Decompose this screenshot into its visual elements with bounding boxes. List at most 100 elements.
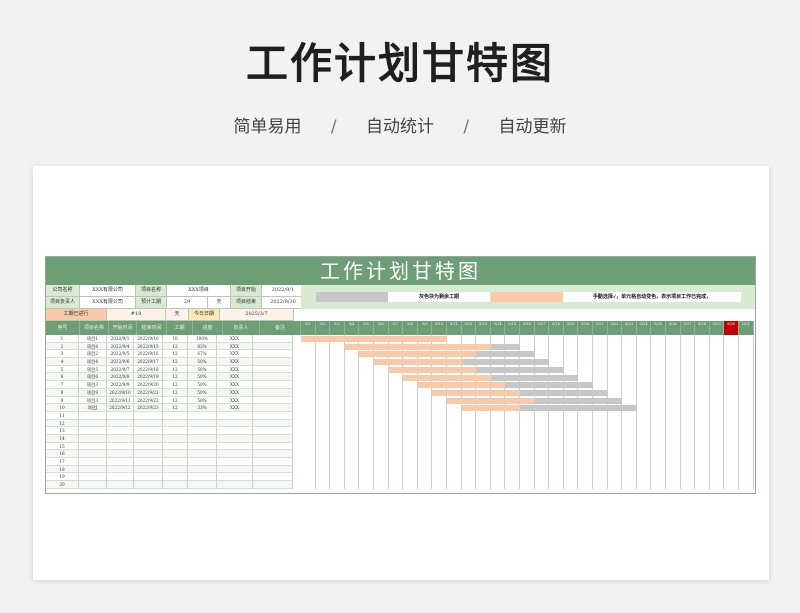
table-cell[interactable]: 12 <box>163 350 188 359</box>
table-cell[interactable]: 2022/9/7 <box>107 365 134 374</box>
table-cell[interactable]: 2022/9/1 <box>107 335 134 343</box>
table-cell[interactable] <box>134 434 163 443</box>
table-cell[interactable]: 9 <box>46 396 79 405</box>
table-cell[interactable] <box>217 442 253 451</box>
table-cell[interactable] <box>217 465 253 474</box>
table-cell[interactable] <box>134 473 163 482</box>
table-cell[interactable] <box>163 411 188 420</box>
table-cell[interactable] <box>188 427 217 435</box>
table-cell[interactable] <box>253 388 293 397</box>
table-cell[interactable] <box>217 427 253 435</box>
table-cell[interactable]: 2022/9/19 <box>134 373 163 382</box>
table-cell[interactable]: XXX <box>217 358 253 366</box>
table-cell[interactable]: 2022/9/11 <box>107 396 134 405</box>
table-cell[interactable]: 3 <box>46 350 79 359</box>
table-cell[interactable] <box>79 411 107 420</box>
table-cell[interactable] <box>217 434 253 443</box>
table-cell[interactable] <box>134 481 163 489</box>
table-cell[interactable]: 67% <box>188 350 217 359</box>
table-cell[interactable]: 项目3 <box>79 381 107 389</box>
table-cell[interactable]: 33% <box>188 404 217 412</box>
table-cell[interactable] <box>253 342 293 351</box>
table-cell[interactable]: 4 <box>46 358 79 366</box>
table-cell[interactable] <box>163 442 188 451</box>
table-cell[interactable]: 17 <box>46 458 79 466</box>
table-cell[interactable] <box>188 419 217 428</box>
table-cell[interactable]: 2022/9/10 <box>107 388 134 397</box>
table-cell[interactable] <box>107 450 134 458</box>
table-cell[interactable]: 项目4 <box>79 358 107 366</box>
table-cell[interactable] <box>163 450 188 458</box>
table-cell[interactable]: 12 <box>163 404 188 412</box>
table-cell[interactable] <box>188 411 217 420</box>
table-cell[interactable]: 2022/9/8 <box>107 373 134 382</box>
table-cell[interactable] <box>79 427 107 435</box>
table-cell[interactable] <box>253 335 293 343</box>
table-cell[interactable]: 12 <box>163 342 188 351</box>
table-cell[interactable]: XXX <box>217 404 253 412</box>
table-cell[interactable] <box>188 481 217 489</box>
table-cell[interactable]: 2022/9/12 <box>107 404 134 412</box>
table-cell[interactable]: 2022/9/18 <box>134 365 163 374</box>
table-cell[interactable]: 5 <box>46 365 79 374</box>
table-cell[interactable]: 12 <box>163 358 188 366</box>
table-cell[interactable] <box>107 473 134 482</box>
table-cell[interactable] <box>253 458 293 466</box>
table-cell[interactable]: 2022/9/9 <box>107 381 134 389</box>
table-cell[interactable] <box>217 458 253 466</box>
table-cell[interactable]: 2022/9/21 <box>134 388 163 397</box>
table-cell[interactable] <box>253 373 293 382</box>
table-cell[interactable] <box>253 465 293 474</box>
table-cell[interactable]: 10 <box>46 404 79 412</box>
table-cell[interactable] <box>188 458 217 466</box>
table-cell[interactable] <box>134 458 163 466</box>
table-cell[interactable] <box>134 427 163 435</box>
table-cell[interactable] <box>79 465 107 474</box>
table-cell[interactable]: XXX <box>217 396 253 405</box>
table-cell[interactable] <box>253 434 293 443</box>
table-cell[interactable]: 50% <box>188 373 217 382</box>
table-cell[interactable]: 50% <box>188 388 217 397</box>
table-cell[interactable]: 16 <box>46 450 79 458</box>
table-cell[interactable] <box>188 434 217 443</box>
table-cell[interactable]: 项目8 <box>79 342 107 351</box>
table-cell[interactable]: 6 <box>46 373 79 382</box>
table-cell[interactable] <box>253 396 293 405</box>
table-cell[interactable]: 10 <box>163 335 188 343</box>
table-cell[interactable]: 12 <box>46 419 79 428</box>
table-cell[interactable] <box>79 458 107 466</box>
table-cell[interactable] <box>217 481 253 489</box>
table-cell[interactable]: XXX <box>217 373 253 382</box>
table-cell[interactable] <box>79 419 107 428</box>
table-cell[interactable]: 项目2 <box>79 350 107 359</box>
table-cell[interactable]: XXX <box>217 365 253 374</box>
table-cell[interactable]: 50% <box>188 365 217 374</box>
table-cell[interactable]: 50% <box>188 396 217 405</box>
table-cell[interactable]: 13 <box>46 427 79 435</box>
table-cell[interactable] <box>253 481 293 489</box>
table-cell[interactable]: 12 <box>163 373 188 382</box>
table-cell[interactable] <box>79 481 107 489</box>
table-cell[interactable] <box>253 411 293 420</box>
table-cell[interactable] <box>79 442 107 451</box>
value-duration[interactable]: 29 <box>167 297 208 309</box>
table-cell[interactable] <box>188 473 217 482</box>
table-cell[interactable] <box>253 450 293 458</box>
table-cell[interactable] <box>253 381 293 389</box>
table-cell[interactable] <box>107 419 134 428</box>
table-cell[interactable]: XXX <box>217 388 253 397</box>
table-cell[interactable] <box>217 419 253 428</box>
table-cell[interactable]: 2022/9/6 <box>107 358 134 366</box>
table-cell[interactable]: 18 <box>46 465 79 474</box>
table-cell[interactable]: 2022/9/16 <box>134 350 163 359</box>
table-cell[interactable]: 2022/9/23 <box>134 404 163 412</box>
table-cell[interactable] <box>253 473 293 482</box>
table-cell[interactable] <box>253 442 293 451</box>
table-cell[interactable] <box>253 365 293 374</box>
table-cell[interactable] <box>107 411 134 420</box>
table-cell[interactable] <box>79 434 107 443</box>
table-cell[interactable]: 14 <box>46 434 79 443</box>
table-cell[interactable] <box>253 358 293 366</box>
table-cell[interactable]: 项目6 <box>79 373 107 382</box>
table-cell[interactable]: 7 <box>46 381 79 389</box>
